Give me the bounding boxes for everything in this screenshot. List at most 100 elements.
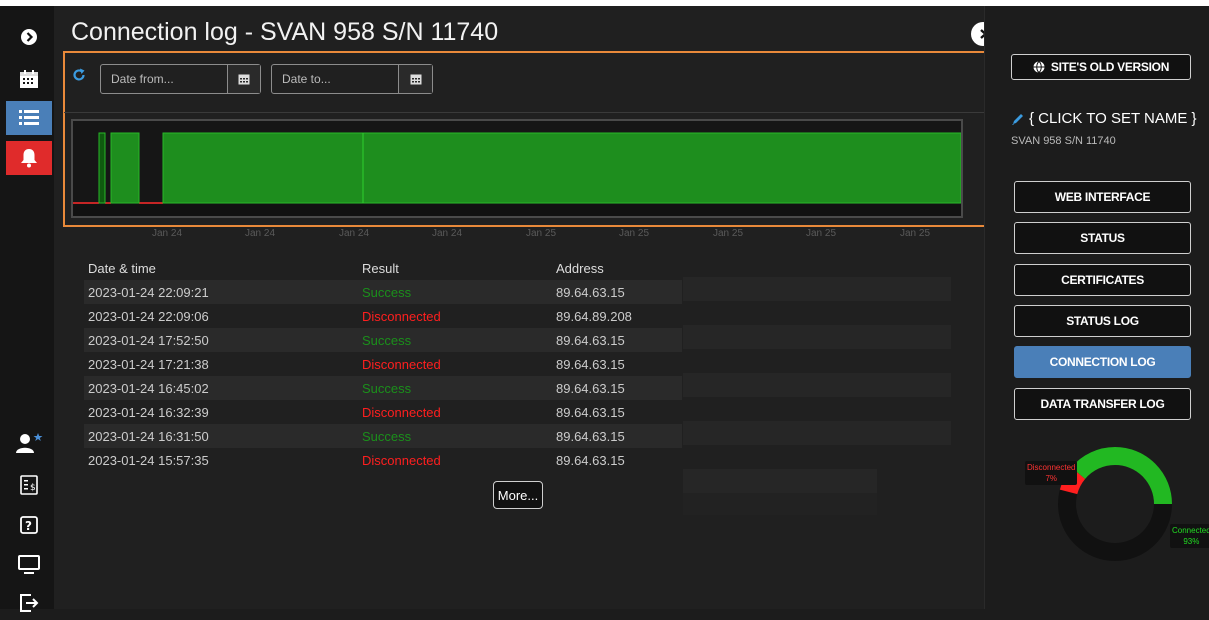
- cell-address: 89.64.63.15: [552, 376, 682, 400]
- bell-icon: [21, 149, 37, 168]
- date-from-calendar-button[interactable]: [227, 65, 260, 93]
- cell-result-success: Success: [358, 424, 552, 448]
- cell-result-disconnected: Disconnected: [362, 308, 441, 324]
- device-serial: SVAN 958 S/N 11740: [1011, 135, 1116, 147]
- cell-datetime: 2023-01-24 16:32:39: [88, 404, 209, 420]
- cell-result-success: Success: [358, 376, 552, 400]
- table-header-row: Date & time Result Address: [84, 256, 682, 280]
- timeline-svg: [73, 121, 962, 204]
- web-interface-button[interactable]: WEB INTERFACE: [1014, 181, 1191, 213]
- axis-tick-label: Jan 25: [900, 228, 931, 239]
- monitor-icon: [18, 555, 40, 574]
- cell-datetime: 2023-01-24 17:21:38: [88, 356, 209, 372]
- date-to-field: [271, 64, 433, 94]
- sidebar-item-list[interactable]: [6, 101, 52, 135]
- axis-tick-label: Jan 24: [245, 228, 276, 239]
- page-title: Connection log - SVAN 958 S/N 11740: [71, 18, 499, 46]
- column-header-result: Result: [362, 260, 399, 276]
- sidebar-item-user[interactable]: [6, 426, 52, 460]
- old-version-button[interactable]: SITE'S OLD VERSION: [1011, 54, 1191, 80]
- sidebar-item-help[interactable]: ?: [6, 508, 52, 542]
- cell-datetime: 2023-01-24 16:31:50: [84, 424, 358, 448]
- axis-tick-label: Jan 25: [713, 228, 744, 239]
- status-button[interactable]: STATUS: [1014, 222, 1191, 254]
- axis-tick-label: Jan 24: [339, 228, 370, 239]
- cell-address: 89.64.63.15: [552, 280, 682, 304]
- cell-datetime: 2023-01-24 22:09:06: [88, 308, 209, 324]
- old-version-label: SITE'S OLD VERSION: [1050, 60, 1170, 74]
- connection-log-button[interactable]: CONNECTION LOG: [1014, 346, 1191, 378]
- date-to-input[interactable]: [272, 65, 398, 93]
- svg-text:?: ?: [25, 519, 32, 533]
- data-transfer-log-button[interactable]: DATA TRANSFER LOG: [1014, 388, 1191, 420]
- cell-address: 89.64.63.15: [556, 356, 625, 372]
- pie-label-connected-pct: 93%: [1183, 537, 1200, 546]
- cell-datetime: 2023-01-24 17:52:50: [84, 328, 358, 352]
- date-from-input[interactable]: [101, 65, 227, 93]
- sidebar-item-alerts[interactable]: [6, 141, 52, 175]
- table-ghost-row: [683, 493, 877, 515]
- table-row: 2023-01-24 16:31:50 Success 89.64.63.15: [84, 424, 682, 448]
- user-star-icon: [16, 433, 43, 453]
- cell-datetime: 2023-01-24 16:45:02: [84, 376, 358, 400]
- timeline-connected-segment: [110, 132, 140, 204]
- date-from-field: [100, 64, 261, 94]
- table-row: 2023-01-24 16:32:39 Disconnected 89.64.6…: [84, 400, 682, 424]
- globe-icon: [1033, 61, 1045, 73]
- more-button[interactable]: More...: [493, 481, 543, 509]
- table-row: 2023-01-24 17:21:38 Disconnected 89.64.6…: [84, 352, 682, 376]
- cell-address: 89.64.63.15: [552, 328, 682, 352]
- cell-result-disconnected: Disconnected: [362, 452, 441, 468]
- svg-text:$: $: [30, 483, 36, 493]
- toolbar-divider: [64, 112, 989, 113]
- cell-datetime: 2023-01-24 15:57:35: [88, 452, 209, 468]
- logout-icon: [20, 594, 39, 612]
- table-ghost-row: [683, 421, 951, 445]
- certificates-button[interactable]: CERTIFICATES: [1014, 264, 1191, 296]
- timeline-axis: Jan 24 Jan 24 Jan 24 Jan 24 Jan 25 Jan 2…: [54, 228, 984, 242]
- calendar-icon: [238, 74, 250, 85]
- refresh-button[interactable]: [72, 68, 86, 87]
- help-icon: ?: [20, 516, 38, 534]
- pie-label-disconnected-name: Disconnected: [1027, 463, 1076, 472]
- cell-result-success: Success: [358, 328, 552, 352]
- device-name-editor[interactable]: { CLICK TO SET NAME }: [1011, 110, 1197, 127]
- cell-address: 89.64.63.15: [556, 452, 625, 468]
- table-ghost-row: [683, 469, 877, 493]
- cell-address: 89.64.63.15: [552, 424, 682, 448]
- connection-log-table: Date & time Result Address 2023-01-24 22…: [84, 256, 682, 472]
- cell-address: 89.64.63.15: [556, 404, 625, 420]
- connection-timeline: [71, 119, 963, 218]
- pencil-icon: [1012, 113, 1023, 125]
- column-header-datetime: Date & time: [88, 260, 156, 276]
- cell-result-success: Success: [358, 280, 552, 304]
- table-row: 2023-01-24 16:45:02 Success 89.64.63.15: [84, 376, 682, 400]
- sidebar-item-calendar[interactable]: [6, 62, 52, 96]
- pie-label-connected: Connected 93%: [1170, 524, 1209, 548]
- status-log-button[interactable]: STATUS LOG: [1014, 305, 1191, 337]
- list-icon: [19, 110, 39, 125]
- pie-label-connected-name: Connected: [1172, 526, 1209, 535]
- cell-result-disconnected: Disconnected: [362, 404, 441, 420]
- axis-tick-label: Jan 24: [152, 228, 183, 239]
- device-name: { CLICK TO SET NAME }: [1029, 110, 1197, 127]
- column-header-address: Address: [556, 260, 604, 276]
- sidebar: $ ?: [0, 6, 54, 612]
- sidebar-expand-button[interactable]: [6, 20, 52, 54]
- table-row: 2023-01-24 22:09:06 Disconnected 89.64.8…: [84, 304, 682, 328]
- device-panel: SITE'S OLD VERSION { CLICK TO SET NAME }…: [984, 6, 1209, 609]
- pie-label-disconnected: Disconnected 7%: [1025, 461, 1078, 485]
- invoice-icon: $: [20, 475, 38, 495]
- calendar-icon: [20, 70, 38, 88]
- date-to-calendar-button[interactable]: [398, 65, 432, 93]
- table-ghost-row: [683, 277, 951, 301]
- sidebar-item-display[interactable]: [6, 548, 52, 582]
- table-row: 2023-01-24 22:09:21 Success 89.64.63.15: [84, 280, 682, 304]
- axis-tick-label: Jan 25: [619, 228, 650, 239]
- sidebar-item-logout[interactable]: [6, 586, 52, 620]
- sidebar-item-billing[interactable]: $: [6, 468, 52, 502]
- table-row: 2023-01-24 17:52:50 Success 89.64.63.15: [84, 328, 682, 352]
- calendar-icon: [410, 74, 421, 85]
- cell-result-disconnected: Disconnected: [362, 356, 441, 372]
- pie-label-disconnected-pct: 7%: [1045, 474, 1058, 483]
